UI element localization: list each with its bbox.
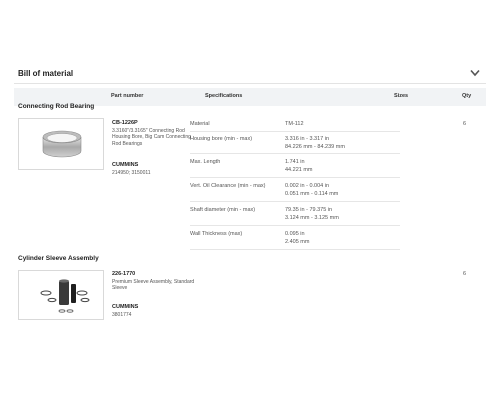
bearing-image <box>42 130 82 158</box>
sleeve-kit-image <box>40 279 90 313</box>
part-description-line: Housing Bore, Big Cam Connecting <box>112 134 191 141</box>
brand-part-numbers: 214950; 3150011 <box>112 170 151 176</box>
spec-label: Vert. Oil Clearance (min - max) <box>190 183 266 189</box>
brand-part-numbers: 3801774 <box>112 312 132 318</box>
quantity: 6 <box>463 271 467 277</box>
quantity: 6 <box>463 121 467 127</box>
spec-label: Max. Length <box>190 159 221 165</box>
product-image-sleeve[interactable] <box>18 270 104 320</box>
spec-row-oil-clearance: Vert. Oil Clearance (min - max) 0.002 in… <box>190 178 400 202</box>
spec-value: 3.316 in - 3.317 in 84.226 mm - 84.239 m… <box>285 136 345 151</box>
part-description: 3.3160"/3.3165" Connecting Rod Housing B… <box>112 128 200 147</box>
product-image-bearing[interactable] <box>18 118 104 170</box>
header-part-number: Part number <box>111 93 144 99</box>
spec-value-line: 79.35 in - 79.375 in <box>285 207 333 213</box>
spec-value-line: 0.051 mm - 0.114 mm <box>285 190 339 197</box>
spec-row-shaft-diameter: Shaft diameter (min - max) 79.35 in - 79… <box>190 202 400 226</box>
brand-name: CUMMINS <box>112 162 139 168</box>
part-description-line: Rod Bearings <box>112 140 143 147</box>
header-qty: Qty <box>462 93 472 99</box>
spec-row-max-length: Max. Length 1.741 in 44.221 mm <box>190 154 400 178</box>
spec-value: 0.095 in 2.405 mm <box>285 231 309 246</box>
part-description-line: Sleeve <box>112 285 128 292</box>
spec-value-line: 2.405 mm <box>285 238 310 245</box>
bom-title-bar[interactable]: Bill of material <box>14 64 486 84</box>
spec-value-line: 0.095 in <box>285 231 305 237</box>
chevron-down-icon[interactable] <box>470 69 480 77</box>
bill-of-material-panel: Bill of material Part number Specificati… <box>14 64 486 106</box>
header-sizes: Sizes <box>394 93 409 99</box>
spec-label: Material <box>190 121 210 127</box>
part-description: Premium Sleeve Assembly, Standard Sleeve <box>112 279 207 292</box>
spec-value-line: 1.741 in <box>285 159 305 165</box>
spec-row-material: Material TM-112 <box>190 118 400 132</box>
section-title: Connecting Rod Bearing <box>18 103 95 110</box>
spec-row-housing-bore: Housing bore (min - max) 3.316 in - 3.31… <box>190 132 400 154</box>
spec-value: 0.002 in - 0.004 in 0.051 mm - 0.114 mm <box>285 183 338 198</box>
spec-value-line: 3.124 mm - 3.125 mm <box>285 214 339 221</box>
spec-value-line: 3.316 in - 3.317 in <box>285 136 330 142</box>
spec-label: Shaft diameter (min - max) <box>190 207 256 213</box>
bom-title: Bill of material <box>18 69 74 78</box>
spec-value-line: 44.221 mm <box>285 166 313 173</box>
spec-label: Housing bore (min - max) <box>190 136 253 142</box>
spec-value: 79.35 in - 79.375 in 3.124 mm - 3.125 mm <box>285 207 339 222</box>
spec-label: Wall Thickness (max) <box>190 231 243 237</box>
part-number[interactable]: 226-1770 <box>112 271 135 277</box>
part-number[interactable]: CB-1226P <box>112 120 138 126</box>
header-specifications: Specifications <box>205 93 243 99</box>
brand-name: CUMMINS <box>112 304 139 310</box>
section-title: Cylinder Sleeve Assembly <box>18 255 99 262</box>
spec-row-wall-thickness: Wall Thickness (max) 0.095 in 2.405 mm <box>190 226 400 250</box>
spec-value: TM-112 <box>285 121 304 127</box>
spec-value-line: 0.002 in - 0.004 in <box>285 183 330 189</box>
spec-value: 1.741 in 44.221 mm <box>285 159 313 174</box>
spec-value-line: 84.226 mm - 84.239 mm <box>285 143 345 150</box>
